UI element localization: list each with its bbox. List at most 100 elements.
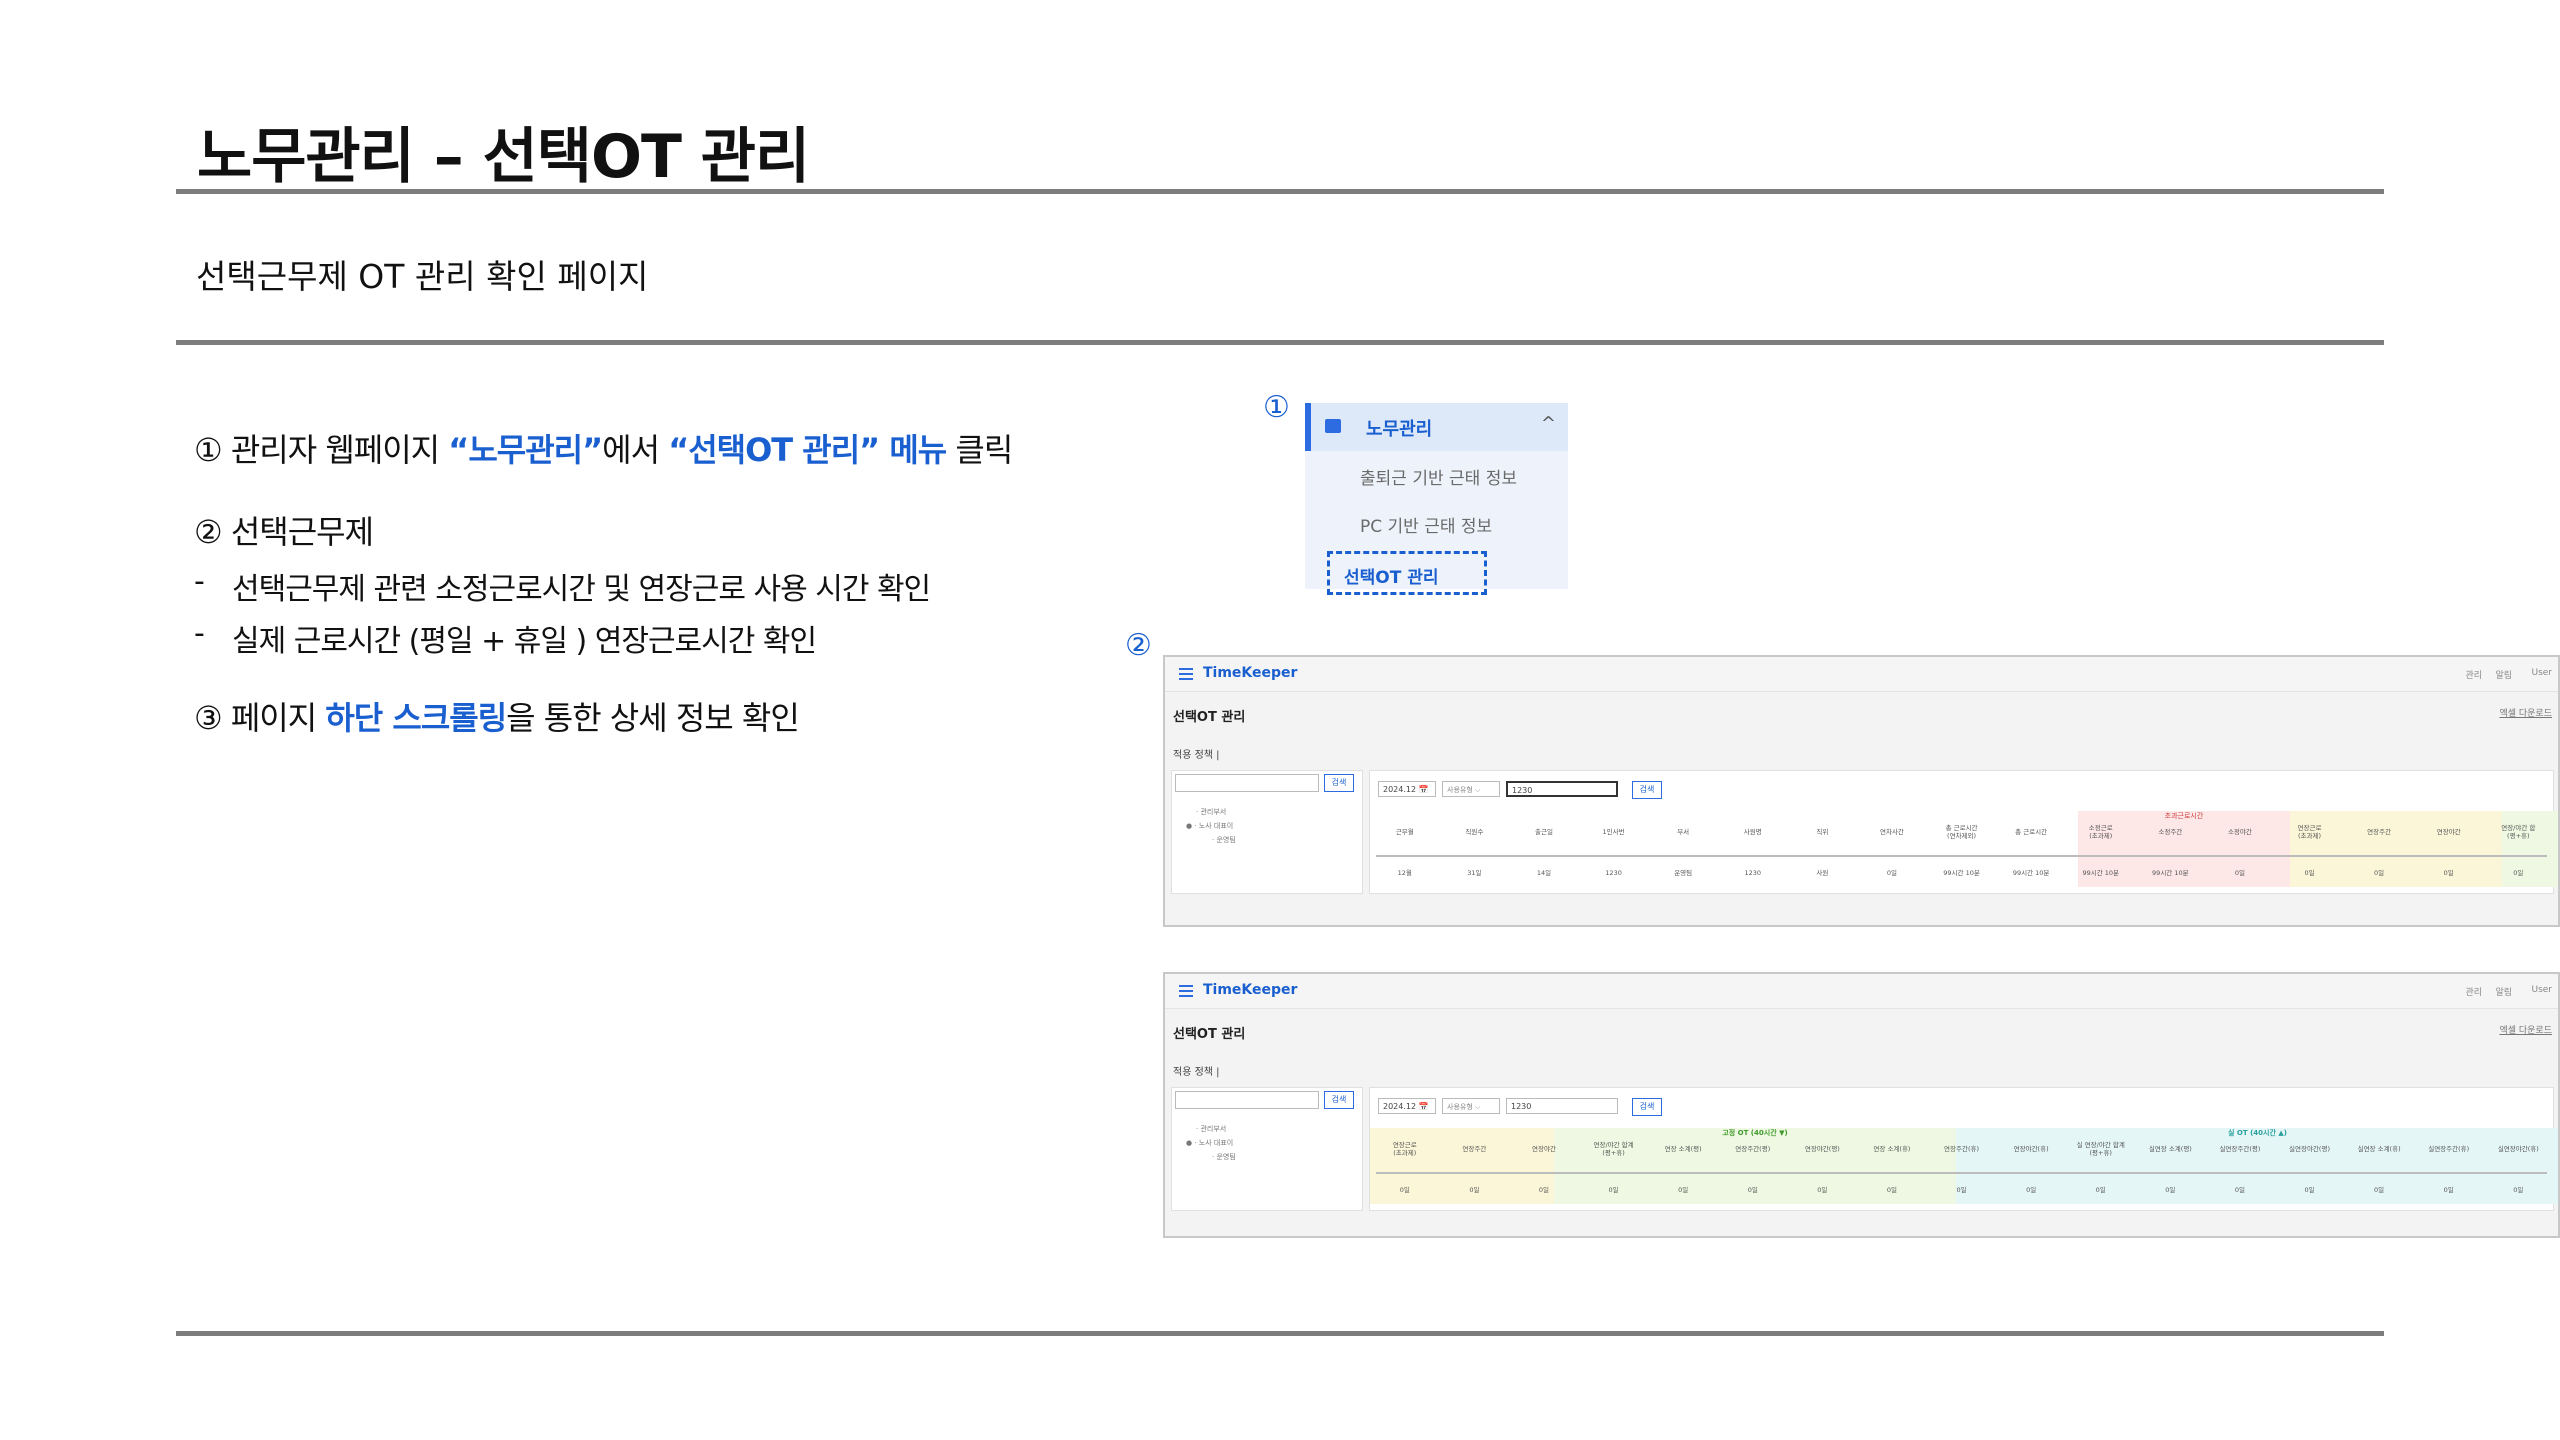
table-cell: 0일 — [1608, 1185, 1619, 1194]
marker-2: ② — [1125, 628, 1152, 663]
org-search-button[interactable]: 검색 — [1324, 774, 1354, 792]
table-cell: 0일 — [2095, 1185, 2106, 1194]
column-header: 연장주간 — [2367, 827, 2392, 836]
tree-node[interactable]: ● · 노사 대표이 — [1186, 821, 1233, 831]
topbar-user[interactable]: User — [2531, 985, 2552, 995]
app-page-title: 선택OT 관리 — [1173, 710, 1246, 725]
app-screenshot-overview: TimeKeeper 관리 알림 User 선택OT 관리 엑셀 다운로드 적용… — [1163, 655, 2560, 927]
table-header-divider — [1376, 1172, 2547, 1174]
table-cell: 1230 — [1744, 868, 1762, 877]
bullet-text: 실제 근로시간 (평일 + 휴일 ) 연장근로시간 확인 — [232, 624, 817, 659]
footer-divider — [176, 1331, 2384, 1336]
excel-download-link[interactable]: 엑셀 다운로드 — [2499, 1023, 2552, 1036]
column-header: 실연장야간(휴) — [2497, 1144, 2539, 1153]
column-header: 연장주간(휴) — [1944, 1144, 1980, 1153]
column-header: 사원명 — [1743, 827, 1762, 836]
menu-item-selective-ot[interactable]: 선택OT 관리 — [1327, 551, 1487, 595]
column-header: 근무월 — [1395, 827, 1414, 836]
column-header: 연장/야간 합계 (평+휴) — [1593, 1140, 1634, 1157]
column-header: 부서 — [1677, 827, 1690, 836]
table-cell: 31일 — [1467, 868, 1482, 877]
table-cell: 99시간 10분 — [1943, 868, 1980, 877]
table-cell: 0일 — [2234, 868, 2245, 877]
tree-node[interactable]: · 운영팀 — [1212, 835, 1236, 845]
table-cell: 0일 — [2443, 1185, 2454, 1194]
org-tree-panel: 검색 · 관리부서 ● · 노사 대표이 · 운영팀 — [1171, 770, 1363, 894]
topbar-alert[interactable]: 알림 — [2495, 668, 2512, 681]
step-1-number: ① — [194, 431, 223, 469]
topbar-alert[interactable]: 알림 — [2495, 985, 2512, 998]
column-header: 직위 — [1816, 827, 1829, 836]
app-body: 선택OT 관리 엑셀 다운로드 적용 정책 | 검색 · 관리부서 ● · 노사… — [1165, 692, 2558, 925]
excel-download-link[interactable]: 엑셀 다운로드 — [2499, 706, 2552, 719]
column-header: 직원수 — [1465, 827, 1484, 836]
ot-table-panel: 2024.12 📅 사용유형 ⌵ 1230 검색 초과근로시간 근무월 직원수 출근… — [1369, 770, 2558, 894]
step-2-bullet-2: - 실제 근로시간 (평일 + 휴일 ) 연장근로시간 확인 — [194, 616, 817, 659]
table-header-row: 근무월 직원수 출근일 1인사번 부서 사원명 직위 연차사간 총 근로시간 (연차제외) 총 근… — [1370, 809, 2553, 855]
table-cell: 0일 — [1886, 1185, 1898, 1194]
table-cell: 12월 — [1397, 868, 1412, 877]
month-picker[interactable]: 2024.12 📅 — [1378, 1098, 1436, 1114]
employee-search-input[interactable]: 1230 — [1506, 781, 1618, 797]
table-cell: 0일 — [2304, 1185, 2315, 1194]
employee-search-input[interactable]: 1230 — [1506, 1098, 1618, 1114]
app-screenshot-detail: TimeKeeper 관리 알림 User 선택OT 관리 엑셀 다운로드 적용… — [1163, 972, 2560, 1238]
type-select[interactable]: 사용유형 ⌵ — [1442, 1098, 1500, 1114]
hamburger-icon[interactable] — [1179, 985, 1193, 987]
menu-group-labor[interactable]: 노무관리 ^ — [1305, 403, 1568, 451]
title-divider — [176, 189, 2384, 194]
step-3-post: 을 통한 상세 정보 확인 — [506, 699, 800, 737]
table-header-divider — [1376, 855, 2547, 857]
step-1-mid: 에서 — [602, 431, 669, 469]
column-header: 연장야간(휴) — [2013, 1144, 2049, 1153]
step-2-bullet-1: - 선택근무제 관련 소정근로시간 및 연장근로 사용 시간 확인 — [194, 564, 931, 607]
tree-node[interactable]: ● · 노사 대표이 — [1186, 1138, 1233, 1148]
chevron-up-icon[interactable]: ^ — [1541, 413, 1556, 434]
table-cell: 14일 — [1536, 868, 1552, 877]
step-3-number: ③ — [194, 699, 223, 737]
sidebar-menu: 노무관리 ^ 출퇴근 기반 근태 정보 PC 기반 근태 정보 선택OT 관리 — [1305, 403, 1568, 595]
bullet-text: 선택근무제 관련 소정근로시간 및 연장근로 사용 시간 확인 — [232, 572, 931, 607]
column-header: 연장야간(평) — [1804, 1144, 1840, 1153]
column-header: 출근일 — [1535, 827, 1553, 836]
org-search-input[interactable] — [1175, 1091, 1319, 1109]
menu-item-selected-label: 선택OT 관리 — [1344, 568, 1439, 588]
table-cell: 99시간 10분 — [2152, 868, 2189, 877]
menu-group-label: 노무관리 — [1366, 419, 1433, 440]
table-cell: 99시간 10분 — [2082, 868, 2120, 877]
table-cell: 0일 — [2165, 1185, 2176, 1194]
step-3: ③ 페이지 하단 스크롤링을 통한 상세 정보 확인 — [194, 693, 800, 739]
step-3-pre: 페이지 — [221, 699, 326, 737]
topbar-user[interactable]: User — [2531, 668, 2552, 678]
table-cell: 0일 — [2374, 1185, 2385, 1194]
step-1-highlight-2: “선택OT 관리” 메뉴 — [668, 431, 947, 469]
column-header: 소정근로 (초과제) — [2088, 823, 2113, 840]
step-2-number: ② — [194, 513, 223, 551]
month-picker[interactable]: 2024.12 📅 — [1378, 781, 1436, 797]
column-header: 연장야간 — [2436, 827, 2461, 836]
column-header: 연장주간(평) — [1735, 1144, 1771, 1153]
type-select[interactable]: 사용유형 ⌵ — [1442, 781, 1500, 797]
filter-search-button[interactable]: 검색 — [1632, 1098, 1662, 1116]
table-cell: 0일 — [2513, 1185, 2524, 1194]
column-header: 총 근로시간 (연차제외) — [1945, 823, 1978, 840]
tree-node[interactable]: · 관리부서 — [1196, 1124, 1226, 1134]
filter-search-button[interactable]: 검색 — [1632, 781, 1662, 799]
menu-item-pc-attendance[interactable]: PC 기반 근태 정보 — [1360, 512, 1492, 537]
org-search-button[interactable]: 검색 — [1324, 1091, 1354, 1109]
hamburger-icon[interactable] — [1179, 668, 1193, 670]
org-search-input[interactable] — [1175, 774, 1319, 792]
topbar-admin[interactable]: 관리 — [2465, 985, 2482, 998]
column-header: 연차사간 — [1879, 827, 1904, 836]
table-cell: 0일 — [2513, 868, 2524, 877]
menu-item-commute-attendance[interactable]: 출퇴근 기반 근태 정보 — [1360, 464, 1517, 489]
topbar-admin[interactable]: 관리 — [2465, 668, 2482, 681]
folder-icon — [1325, 419, 1341, 433]
tree-node[interactable]: · 관리부서 — [1196, 807, 1226, 817]
table-cell: 1230 — [1605, 868, 1622, 877]
column-header: 소정주간 — [2158, 827, 2183, 836]
tree-node[interactable]: · 운영팀 — [1212, 1152, 1236, 1162]
step-3-highlight: 하단 스크롤링 — [325, 699, 507, 737]
page-title: 노무관리 – 선택OT 관리 — [197, 122, 810, 192]
policy-label: 적용 정책 | — [1173, 750, 1220, 761]
